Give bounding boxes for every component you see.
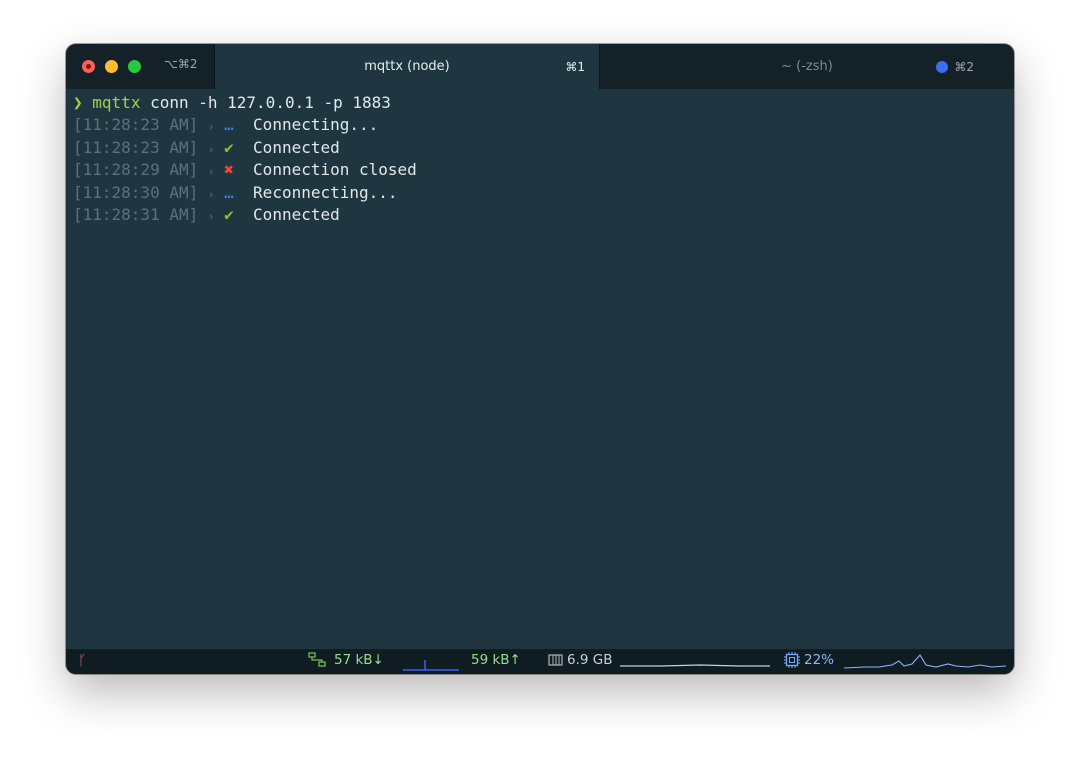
- log-line: [11:28:23 AM] › … Connecting...: [73, 114, 1007, 136]
- log-line: [11:28:23 AM] › ✔ Connected: [73, 137, 1007, 159]
- tab-shortcut: ⌘2: [954, 59, 974, 74]
- separator-icon: ›: [207, 187, 215, 201]
- log-message: Connected: [253, 204, 340, 224]
- minimize-button[interactable]: [105, 60, 118, 73]
- log-timestamp: [11:28:23 AM]: [73, 137, 199, 157]
- separator-icon: ›: [207, 120, 215, 134]
- log-message: Reconnecting...: [253, 182, 398, 202]
- close-icon: [86, 64, 91, 69]
- network-sparkline: [403, 660, 459, 671]
- log-timestamp: [11:28:23 AM]: [73, 115, 199, 135]
- separator-icon: ›: [207, 165, 215, 179]
- window-shortcut: ⌥⌘2: [164, 57, 198, 71]
- log-line: [11:28:30 AM] › … Reconnecting...: [73, 182, 1007, 204]
- tab-label: mqttx (node): [364, 59, 450, 74]
- tab-shortcut-group: ⌘2: [936, 60, 974, 74]
- terminal-window: ⌥⌘2 mqttx (node) ⌘1 ~ (-zsh) ⌘2 ❯ mqttx …: [66, 44, 1014, 674]
- error-icon: ✖: [224, 160, 234, 180]
- cpu-value: 22%: [804, 652, 835, 668]
- tab-shortcut: ⌘1: [565, 59, 585, 74]
- cpu-icon: [783, 651, 801, 673]
- cpu-sparkline: [844, 654, 1006, 669]
- git-branch-icon[interactable]: ᚴ: [78, 653, 86, 669]
- activity-dot-icon: [936, 60, 949, 73]
- tab-zsh[interactable]: ~ (-zsh) ⌘2: [600, 44, 1014, 89]
- log-line: [11:28:31 AM] › ✔ Connected: [73, 204, 1007, 226]
- check-icon: ✔: [224, 137, 234, 157]
- log-timestamp: [11:28:29 AM]: [73, 160, 199, 180]
- pending-icon: …: [224, 115, 234, 135]
- prompt-icon: ❯: [73, 93, 83, 112]
- traffic-lights: [82, 60, 141, 73]
- log-line: [11:28:29 AM] › ✖ Connection closed: [73, 159, 1007, 181]
- status-bar: ᚴ 57 kB↓ 59 kB↑ 6.9 GB 22%: [66, 649, 1014, 674]
- separator-icon: ›: [207, 142, 215, 156]
- terminal-output[interactable]: ❯ mqttx conn -h 127.0.0.1 -p 1883 [11:28…: [66, 89, 1014, 649]
- log-message: Connected: [253, 137, 340, 157]
- log-timestamp: [11:28:30 AM]: [73, 182, 199, 202]
- separator-icon: ›: [207, 209, 215, 223]
- log-message: Connecting...: [253, 115, 379, 135]
- title-bar: ⌥⌘2 mqttx (node) ⌘1 ~ (-zsh) ⌘2: [66, 44, 1014, 89]
- command-name: mqttx: [92, 93, 141, 112]
- zoom-button[interactable]: [128, 60, 141, 73]
- network-up-value: 59 kB↑: [471, 652, 521, 668]
- command-line: ❯ mqttx conn -h 127.0.0.1 -p 1883: [73, 92, 1007, 114]
- memory-sparkline: [620, 664, 770, 667]
- tab-mqttx[interactable]: mqttx (node) ⌘1: [214, 44, 600, 89]
- network-icon: [308, 652, 328, 672]
- command-args: conn -h 127.0.0.1 -p 1883: [140, 93, 391, 112]
- memory-icon: [548, 652, 564, 671]
- pending-icon: …: [224, 182, 234, 202]
- log-message: Connection closed: [253, 160, 417, 180]
- log-timestamp: [11:28:31 AM]: [73, 204, 199, 224]
- close-button[interactable]: [82, 60, 95, 73]
- check-icon: ✔: [224, 204, 234, 224]
- network-down-value: 57 kB↓: [334, 652, 384, 668]
- memory-value: 6.9 GB: [567, 652, 613, 668]
